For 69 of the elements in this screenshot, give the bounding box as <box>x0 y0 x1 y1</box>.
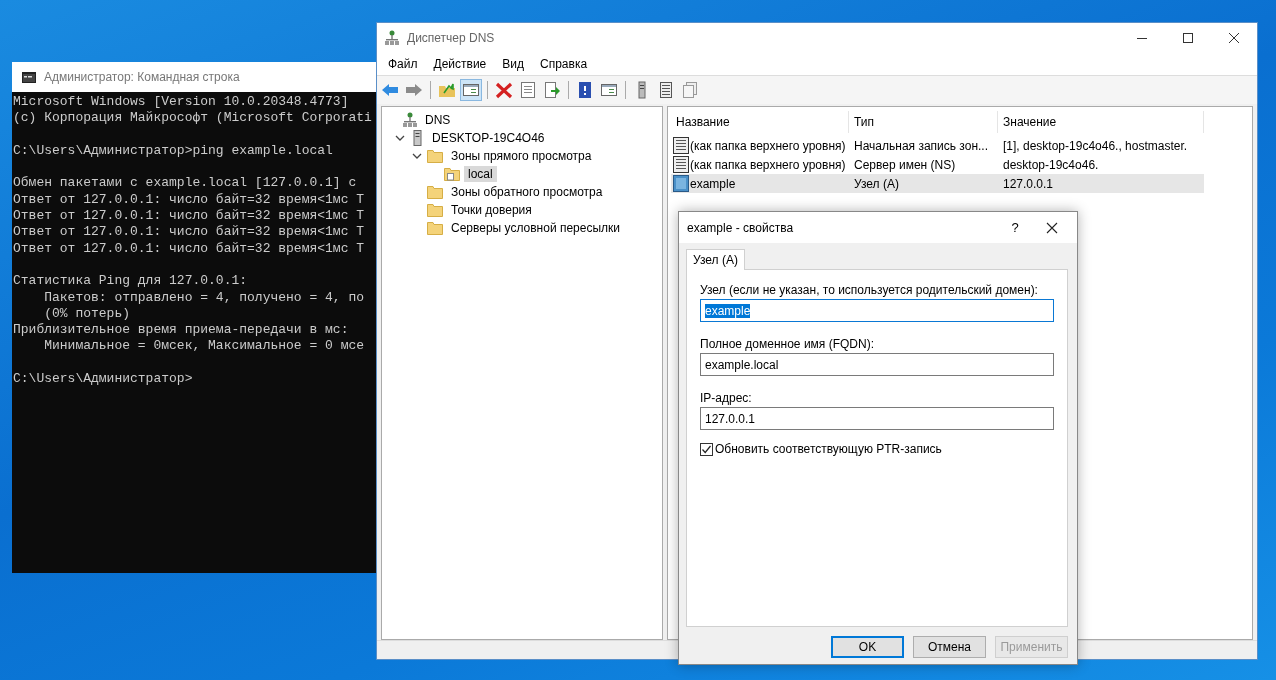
console-line: Минимальное = 0мсек, Максимальное = 0 мсе <box>43 338 366 355</box>
folder-icon <box>427 221 443 235</box>
console-line: (0% потерь) <box>43 305 132 323</box>
tree-item[interactable]: Зоны обратного просмотра <box>447 184 607 200</box>
panel-icon[interactable] <box>460 79 482 101</box>
list-row[interactable]: (как папка верхнего уровня) Начальная запись зон... [1], desktop-19c4o46., hostmaster. <box>671 136 1204 155</box>
field-label: IP-адрес: <box>700 391 753 405</box>
record-name: (как папка верхнего уровня) <box>690 138 846 153</box>
record-type: Начальная запись зон... <box>853 138 990 153</box>
tree-item[interactable]: DESKTOP-19C4O46 <box>428 130 549 146</box>
console-line: Ответ от 127.0.0.1: число байт=32 время<1мс Т <box>13 224 366 241</box>
text-field[interactable]: 127.0.0.1 <box>700 407 1054 430</box>
network-icon <box>403 112 417 128</box>
menu-item[interactable]: Файл <box>380 57 426 71</box>
field-label: Полное доменное имя (FQDN): <box>700 337 875 351</box>
list-row[interactable]: (как папка верхнего уровня) Сервер имен (NS) desktop-19c4o46. <box>671 155 1204 174</box>
folder-icon <box>427 185 443 199</box>
window-title: Диспетчер DNS <box>407 31 495 45</box>
text-field[interactable]: example.local <box>700 353 1054 376</box>
checkbox[interactable] <box>700 442 713 456</box>
console-line: (c) Корпорация Майкрософт (Microsoft Corporati <box>13 110 373 127</box>
console-icon <box>22 71 36 83</box>
dialog-button[interactable]: Отмена <box>913 636 986 658</box>
tab[interactable]: Узел (A) <box>686 249 745 270</box>
dialog-title: example - свойства <box>687 220 794 235</box>
tree-item[interactable]: DNS <box>421 112 455 128</box>
network-icon <box>385 30 399 46</box>
zone-folder-icon <box>444 167 460 181</box>
console-line: Ответ от 127.0.0.1: число байт=32 время<1мс Т <box>13 240 366 257</box>
column-header[interactable]: Значение <box>998 111 1204 133</box>
tree-item[interactable]: Точки доверия <box>447 202 536 218</box>
console-line: C:\Users\Администратор> <box>13 371 194 388</box>
server-icon <box>410 130 424 146</box>
column-header[interactable]: Название <box>671 111 849 133</box>
record-value: [1], desktop-19c4o46., hostmaster. <box>1002 138 1189 153</box>
console-line: Пакетов: отправлено = 4, получено = 4, по <box>43 289 366 306</box>
record-value: 127.0.0.1 <box>1002 176 1055 191</box>
console-line: Статистика Ping для 127.0.0.1: <box>13 273 249 290</box>
menu-item[interactable]: Действие <box>425 57 495 71</box>
tree-item[interactable]: Зоны прямого просмотра <box>447 148 596 164</box>
column-header[interactable]: Тип <box>849 111 998 133</box>
record-type: Узел (A) <box>853 176 900 191</box>
console-line: C:\Users\Администратор>ping example.local <box>13 142 334 160</box>
record-name: (как папка верхнего уровня) <box>690 157 846 172</box>
tree-item[interactable]: local <box>464 166 497 182</box>
console-line: Ответ от 127.0.0.1: число байт=32 время<1мс Т <box>13 208 366 225</box>
record-name: example <box>690 176 736 191</box>
folder-icon <box>427 149 443 163</box>
help-button[interactable]: ? <box>1005 220 1025 235</box>
console-line: Ответ от 127.0.0.1: число байт=32 время<1мс Т <box>13 191 366 209</box>
record-value: desktop-19c4o46. <box>1002 157 1100 172</box>
field-label: Узел (если не указан, то используется родительский домен): <box>700 283 1039 297</box>
host-record-icon <box>673 175 689 192</box>
record-icon <box>673 156 689 173</box>
list-row[interactable]: example Узел (A) 127.0.0.1 <box>671 174 1204 193</box>
record-type: Сервер имен (NS) <box>853 157 957 172</box>
folder-icon <box>427 203 443 217</box>
console-line: Приблизительное время приема-передачи в мс: <box>13 322 350 339</box>
dialog-button[interactable]: OK <box>831 636 904 658</box>
record-icon <box>673 137 689 154</box>
menu-item[interactable]: Вид <box>494 57 532 71</box>
console-line: Обмен пакетами с example.local [127.0.0.1] с <box>13 175 358 192</box>
console-line: Microsoft Windows [Version 10.0.20348.4773] <box>13 94 350 111</box>
checkbox-label: Обновить соответствующую PTR-запись <box>715 442 942 456</box>
close-icon[interactable] <box>1045 220 1059 235</box>
menu-item[interactable]: Справка <box>532 57 596 71</box>
text-field[interactable]: example <box>700 299 1054 322</box>
tree-item[interactable]: Серверы условной пересылки <box>447 220 625 236</box>
window-title: Администратор: Командная строка <box>44 70 240 84</box>
